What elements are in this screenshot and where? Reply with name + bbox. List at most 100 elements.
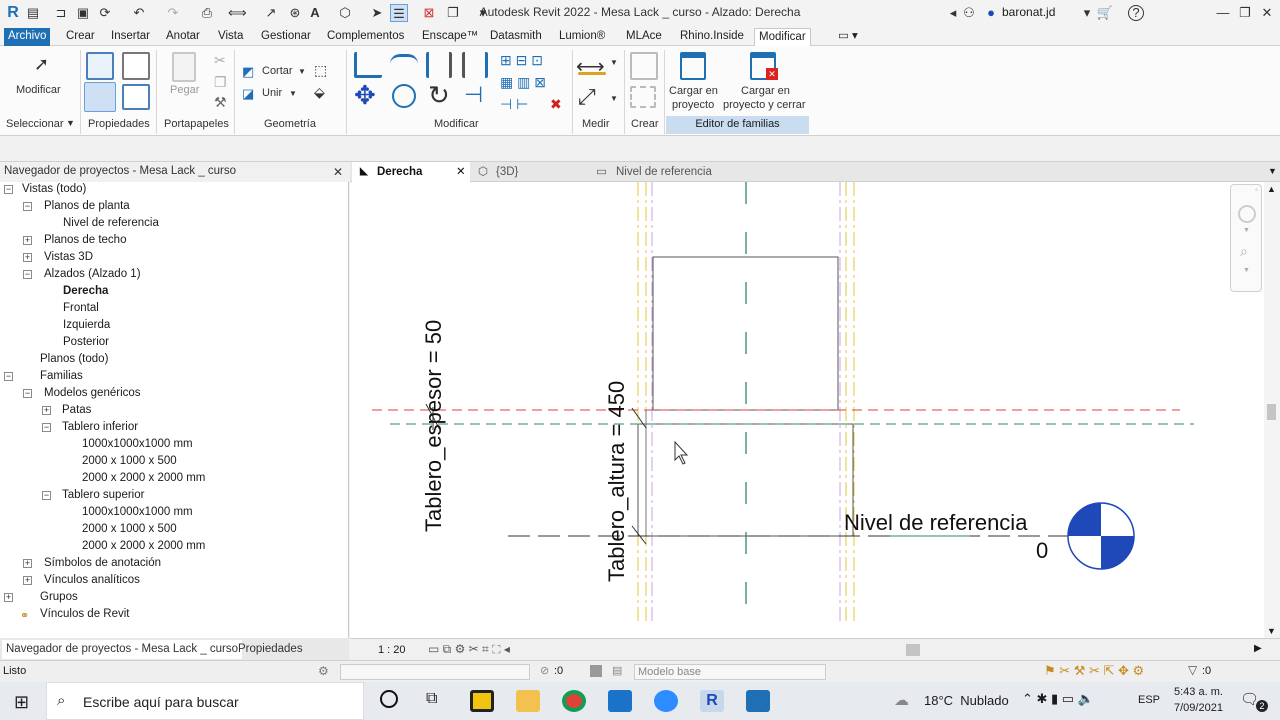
match-icon[interactable]: ⚒	[214, 94, 227, 111]
view-tab-3d[interactable]: ⬡ {3D}	[474, 162, 586, 182]
tree-view-frontal[interactable]: Frontal	[63, 300, 99, 316]
tree-type-item[interactable]: 2000 x 2000 x 2000 mm	[82, 538, 205, 554]
expand-toggle[interactable]: +	[23, 236, 32, 245]
file-explorer-icon[interactable]	[516, 690, 540, 712]
family-category-icon[interactable]	[122, 52, 150, 80]
revit-app-icon[interactable]: R	[700, 690, 724, 712]
tree-type-item[interactable]: 2000 x 1000 x 500	[82, 453, 177, 469]
tree-view-izquierda[interactable]: Izquierda	[63, 317, 110, 333]
scroll-up-icon[interactable]: ▲	[1267, 184, 1276, 194]
tab-insertar[interactable]: Insertar	[107, 28, 154, 46]
move-icon[interactable]: ✥	[354, 80, 376, 111]
tab-mlace[interactable]: MLAce	[622, 28, 666, 46]
model-dropdown[interactable]: Modelo base	[634, 664, 826, 680]
collapse-toggle[interactable]: −	[23, 202, 32, 211]
tab-gestionar[interactable]: Gestionar	[257, 28, 315, 46]
tree-sheets-all[interactable]: Planos (todo)	[40, 351, 108, 367]
paste-button[interactable]: Pegar	[170, 84, 199, 96]
filter-icon[interactable]: ▽	[1188, 663, 1197, 677]
tree-3d-views[interactable]: Vistas 3D	[44, 249, 93, 265]
collapse-toggle[interactable]: −	[4, 372, 13, 381]
steering-wheel-icon[interactable]	[1238, 205, 1256, 223]
tree-family-patas[interactable]: Patas	[62, 402, 91, 418]
paint-icon[interactable]: ⬙	[314, 84, 325, 101]
user-icon[interactable]: ●	[982, 4, 1000, 22]
tray-icons[interactable]: ⌃ ✱ ▮ ▭ 🔈	[1022, 691, 1094, 707]
tree-analytical-links[interactable]: Vínculos analíticos	[44, 572, 140, 588]
tab-datasmith[interactable]: Datasmith	[486, 28, 546, 46]
selection-filter-icon[interactable]: ⊘	[540, 664, 549, 677]
binoculars-icon[interactable]: ⚇	[960, 4, 978, 22]
close-window-icon[interactable]: ✕	[1258, 4, 1276, 22]
windows-start-icon[interactable]: ⊞	[14, 692, 29, 713]
close-icon[interactable]: ✕	[333, 165, 343, 179]
tab-complementos[interactable]: Complementos	[323, 28, 408, 46]
close-icon[interactable]: ✕	[456, 162, 466, 182]
collapse-toggle[interactable]: −	[4, 185, 13, 194]
copy-element-icon[interactable]	[392, 84, 416, 108]
scale-icon[interactable]: ⊣ ⊢	[500, 96, 528, 113]
split-icon[interactable]: ⊞ ⊟ ⊡	[500, 52, 543, 69]
expand-toggle[interactable]: +	[23, 576, 32, 585]
panel-modificar[interactable]: Modificar	[434, 118, 479, 130]
expand-toggle[interactable]: +	[23, 559, 32, 568]
collapse-toggle[interactable]: −	[23, 389, 32, 398]
load-and-close-button-line1[interactable]: Cargar en	[741, 85, 790, 97]
chevron-down-icon[interactable]: ▼	[289, 89, 297, 98]
clock-time[interactable]: 5:43 a. m.	[1174, 686, 1223, 698]
view-tabs-menu-icon[interactable]: ▼	[1268, 166, 1277, 176]
detail-level-icon[interactable]: ▭ ⧉ ⚙ ✂ ⌗ ⛶ ◂	[428, 642, 510, 657]
mail-icon[interactable]	[608, 690, 632, 712]
search-box[interactable]: ⌕ Escribe aquí para buscar	[46, 682, 364, 720]
panel-crear[interactable]: Crear	[631, 118, 659, 130]
scale-selector[interactable]: 1 : 20	[378, 644, 406, 656]
tree-view-derecha[interactable]: Derecha	[63, 283, 108, 299]
panel-editor-familias-label[interactable]: Editor de familias	[666, 118, 809, 130]
expand-toggle[interactable]: +	[42, 406, 51, 415]
tab-enscape[interactable]: Enscape™	[418, 28, 482, 46]
trim-extend-icon[interactable]: ⊣	[464, 82, 483, 108]
panel-geometria[interactable]: Geometría	[264, 118, 316, 130]
tree-type-item[interactable]: 1000x1000x1000 mm	[82, 436, 193, 452]
collapse-toggle[interactable]: −	[42, 491, 51, 500]
tab-anotar[interactable]: Anotar	[162, 28, 204, 46]
ribbon-options-icon[interactable]: ▭ ▾	[834, 28, 862, 46]
tree-view-posterior[interactable]: Posterior	[63, 334, 109, 350]
level-value[interactable]: 0	[1036, 538, 1048, 564]
tree-revit-links[interactable]: Vínculos de Revit	[40, 606, 130, 622]
tree-groups[interactable]: Grupos	[40, 589, 78, 605]
chevron-down-icon[interactable]: ▼	[66, 118, 75, 128]
cut-geometry-button[interactable]: Cortar	[262, 65, 293, 77]
zoom-icon[interactable]: ⌕	[1240, 243, 1248, 260]
modify-button[interactable]: Modificar	[16, 84, 61, 96]
tree-floor-plans[interactable]: Planos de planta	[44, 198, 130, 214]
select-links-icon[interactable]: ⚑ ✂ ⚒ ✂ ⇱ ✥ ⚙	[1044, 663, 1144, 679]
chevron-down-icon[interactable]: ▼	[610, 94, 618, 103]
tree-ceiling-plans[interactable]: Planos de techo	[44, 232, 126, 248]
aligned-dimension-icon[interactable]: ⤢	[578, 84, 596, 110]
family-types-icon[interactable]	[122, 84, 150, 110]
horizontal-scroll-thumb[interactable]	[906, 644, 920, 656]
delete-icon[interactable]: ✖	[550, 96, 562, 113]
paste-icon[interactable]	[172, 52, 196, 82]
collapse-toggle[interactable]: −	[42, 423, 51, 432]
tab-rhino-inside[interactable]: Rhino.Inside	[676, 28, 748, 46]
tab-crear[interactable]: Crear	[62, 28, 99, 46]
cart-icon[interactable]: 🛒	[1096, 4, 1114, 22]
create-similar-icon[interactable]	[630, 86, 656, 108]
tree-type-item[interactable]: 2000 x 2000 x 2000 mm	[82, 470, 205, 486]
mirror-line-icon[interactable]	[462, 52, 488, 78]
tree-generic-models[interactable]: Modelos genéricos	[44, 385, 141, 401]
level-name[interactable]: Nivel de referencia	[844, 510, 1027, 536]
copy-icon[interactable]: ❐	[214, 74, 227, 91]
close-icon[interactable]: ◦	[1255, 185, 1258, 194]
photos-app-icon[interactable]	[746, 690, 770, 712]
workset-dropdown[interactable]	[340, 664, 530, 680]
cut-geometry-icon[interactable]: ◩	[242, 64, 254, 80]
offset-icon[interactable]	[390, 54, 418, 76]
dimension-label-espesor[interactable]: Tablero_espesor = 50	[421, 320, 447, 532]
view-tab-derecha[interactable]: ◣ Derecha ✕	[352, 162, 470, 182]
panel-portapapeles[interactable]: Portapapeles	[164, 118, 229, 130]
tree-families[interactable]: Familias	[40, 368, 83, 384]
join-geometry-icon[interactable]: ◪	[242, 86, 254, 102]
